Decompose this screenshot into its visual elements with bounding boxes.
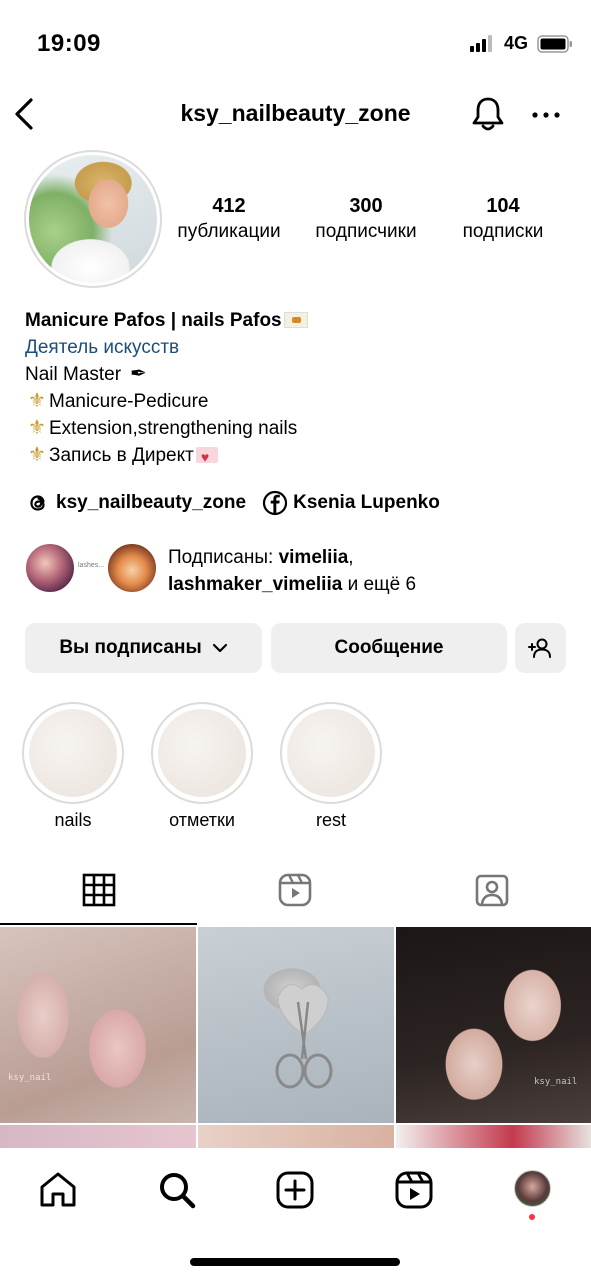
profile-links: ksy_nailbeauty_zone Ksenia Lupenko [25,488,456,518]
add-person-icon [527,638,551,658]
bell-icon[interactable] [470,95,506,133]
fleur-de-lis-icon: ⚜ [28,417,46,439]
highlight-cover [22,702,124,804]
suggest-people-button[interactable] [515,623,566,673]
facebook-link[interactable]: Ksenia Lupenko [262,490,440,516]
highlight-nails[interactable]: nails [22,702,124,831]
stat-following[interactable]: 104 подписки [448,195,558,243]
battery-icon [537,35,572,53]
highlight-label: nails [54,810,92,830]
chevron-down-icon [212,643,227,653]
followed-by-row[interactable]: lashes... Подписаны: vimeliia, lashmaker_… [24,542,584,598]
status-bar: 19:09 4G [0,0,591,80]
highlight-tags[interactable]: отметки [151,702,253,831]
fleur-de-lis-icon: ⚜ [28,444,46,466]
network-type: 4G [504,33,529,53]
followed-by-user-1[interactable]: vimeliia [279,547,349,568]
follower-avatar-caption: lashes... [78,562,105,569]
highlight-cover [280,702,382,804]
highlight-cover [151,702,253,804]
more-icon[interactable] [530,103,562,127]
followed-by-user-2[interactable]: lashmaker_vimeliia [168,574,342,595]
following-button[interactable]: Вы подписаны [25,623,262,673]
stat-followers[interactable]: 300 подписчики [304,195,428,243]
bio-category[interactable]: Деятель искусств [25,334,565,361]
profile-avatar[interactable] [24,150,162,288]
profile-bio: Manicure Pafos | nails Pafos Деятель иск… [25,307,565,471]
reels-nav-icon[interactable] [394,1170,434,1210]
bio-line-3: Extension,strengthening nails [49,418,298,439]
create-icon[interactable] [275,1170,315,1210]
stat-followers-label: подписчики [315,221,417,242]
follower-avatar [106,542,158,594]
search-icon[interactable] [157,1170,197,1210]
cyprus-flag-icon [283,312,308,328]
highlight-label: rest [315,810,346,830]
post-thumbnail[interactable] [198,927,394,1123]
highlight-rest[interactable]: rest [280,702,382,831]
post-thumbnail[interactable]: ksy_nail [0,927,196,1123]
home-icon[interactable] [38,1170,78,1210]
threads-icon [30,495,45,511]
post-thumbnail[interactable]: ksy_nail [396,927,591,1123]
status-time: 19:09 [37,30,101,57]
bio-line-4: Запись в Директ [49,445,194,466]
following-button-label: Вы подписаны [59,637,202,658]
tagged-icon[interactable] [474,872,510,908]
facebook-link-label: Ksenia Lupenko [293,492,440,513]
profile-nav-avatar[interactable] [514,1170,551,1207]
message-button-label: Сообщение [334,637,444,658]
facebook-icon [262,490,288,516]
bio-line-2: Manicure-Pedicure [49,391,209,412]
fleur-de-lis-icon: ⚜ [28,390,46,412]
stat-posts-label: публикации [177,221,281,242]
notification-dot [529,1214,535,1220]
stat-posts-value: 412 [212,195,246,217]
follower-avatar [24,542,76,594]
post-watermark: ksy_nail [8,1073,52,1083]
active-tab-indicator [0,923,197,925]
signal-icon [470,35,492,52]
stat-following-label: подписки [462,221,544,242]
bio-name: Manicure Pafos | nails Pafos [25,310,282,331]
stat-following-value: 104 [486,195,520,217]
avatar-photo [29,155,157,283]
grid-icon[interactable] [81,872,117,908]
followed-by-text: Подписаны: vimeliia, lashmaker_vimeliia и… [168,547,417,595]
threads-link-label: ksy_nailbeauty_zone [56,492,247,513]
stat-followers-value: 300 [349,195,383,217]
reels-icon[interactable] [277,872,313,908]
highlight-label: отметки [169,810,235,830]
scissors-image [275,984,333,1089]
bio-line-1: Nail Master [25,364,122,385]
pen-icon: ✒ [129,363,147,385]
stat-posts[interactable]: 412 публикации [168,195,290,243]
post-watermark: ksy_nail [534,1077,578,1087]
love-letter-icon [195,444,218,471]
message-button[interactable]: Сообщение [271,623,507,673]
home-indicator [190,1258,400,1266]
threads-link[interactable]: ksy_nailbeauty_zone [25,490,246,516]
